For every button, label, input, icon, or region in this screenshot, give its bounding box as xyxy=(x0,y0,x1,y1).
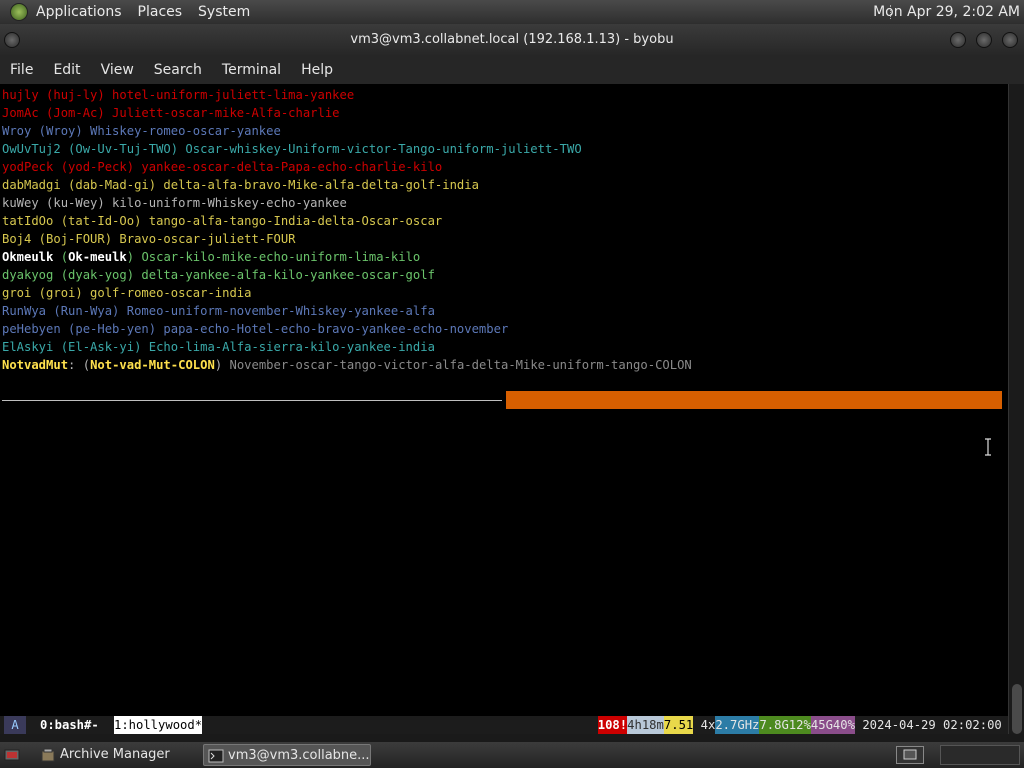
byobu-stat: 4x xyxy=(700,716,716,734)
byobu-stat: 4h18m xyxy=(627,716,664,734)
clock[interactable]: Mon Apr 29, 2:02 AM xyxy=(873,0,1020,24)
terminal-line: dabMadgi (dab-Mad-gi) delta-alfa-bravo-M… xyxy=(2,178,479,192)
menubar: File Edit View Search Terminal Help xyxy=(0,56,1024,84)
byobu-status-bar: A 0:bash#- 1:hollywood* 2024-04-29 02:02… xyxy=(0,716,1008,734)
terminal-line-segment: Not-vad-Mut-COLON xyxy=(90,358,215,372)
terminal-line-segment: : ( xyxy=(68,358,91,372)
terminal-line-segment: ) Oscar-kilo-mike-echo-uniform-lima-kilo xyxy=(126,250,421,264)
byobu-stat: 2.7GHz xyxy=(715,716,760,734)
byobu-stat: 108! xyxy=(597,716,628,734)
terminal-line: yodPeck (yod-Peck) yankee-oscar-delta-Pa… xyxy=(2,160,443,174)
terminal-line-segment: November-oscar-tango-victor-alfa-delta-M… xyxy=(229,358,692,372)
terminal-line: OwUvTuj2 (Ow-Uv-Tuj-TWO) Oscar-whiskey-U… xyxy=(2,142,582,156)
menu-help[interactable]: Help xyxy=(291,56,343,84)
window-titlebar[interactable]: vm3@vm3.collabnet.local (192.168.1.13) -… xyxy=(0,24,1024,56)
menu-view[interactable]: View xyxy=(91,56,144,84)
progress-bar xyxy=(506,391,1002,409)
byobu-logo: A xyxy=(4,716,26,734)
terminal-line-segment: ( xyxy=(53,250,69,264)
terminal-line: kuWey (ku-Wey) kilo-uniform-Whiskey-echo… xyxy=(2,196,347,210)
terminal-line-segment: Ok-meulk xyxy=(68,250,127,264)
byobu-stat: 2024-04-29 02:02:00 xyxy=(862,716,1002,734)
maximize-button[interactable] xyxy=(976,32,992,48)
terminal-icon xyxy=(208,749,224,763)
terminal-line: RunWya (Run-Wya) Romeo-uniform-november-… xyxy=(2,304,435,318)
terminal-line: groi (groi) golf-romeo-oscar-india xyxy=(2,286,252,300)
byobu-stat: 7.8G12% xyxy=(759,716,811,734)
minimize-button[interactable] xyxy=(950,32,966,48)
terminal-line: Wroy (Wroy) Whiskey-romeo-oscar-yankee xyxy=(2,124,281,138)
progress-track-line xyxy=(2,400,502,401)
ibeam-cursor-icon xyxy=(985,438,991,456)
taskbar: Archive Manager vm3@vm3.collabne... xyxy=(0,742,1024,768)
archive-icon xyxy=(41,748,55,762)
task-archive-manager[interactable]: Archive Manager xyxy=(36,744,196,766)
task-terminal[interactable]: vm3@vm3.collabne... xyxy=(203,744,371,766)
top-panel: Applications Places System Mon Apr 29, 2… xyxy=(0,0,1024,24)
menu-file[interactable]: File xyxy=(0,56,43,84)
terminal-line: NotvadMut: (Not-vad-Mut-COLON) November-… xyxy=(2,356,692,374)
gnome-foot-icon[interactable] xyxy=(10,3,28,21)
window-title: vm3@vm3.collabnet.local (192.168.1.13) -… xyxy=(350,32,674,47)
terminal-line: dyakyog (dyak-yog) delta-yankee-alfa-kil… xyxy=(2,268,435,282)
task-label: vm3@vm3.collabne... xyxy=(228,748,370,763)
places-menu[interactable]: Places xyxy=(130,0,191,24)
terminal-line: JomAc (Jom-Ac) Juliett-oscar-mike-Alfa-c… xyxy=(2,106,340,120)
terminal-line-segment: Okmeulk xyxy=(2,250,54,264)
scrollbar[interactable] xyxy=(1008,84,1024,734)
menu-search[interactable]: Search xyxy=(144,56,212,84)
menu-terminal[interactable]: Terminal xyxy=(212,56,291,84)
byobu-stat: 45G40% xyxy=(810,716,855,734)
terminal-line: tatIdOo (tat-Id-Oo) tango-alfa-tango-Ind… xyxy=(2,214,443,228)
terminal-line: Okmeulk (Ok-meulk) Oscar-kilo-mike-echo-… xyxy=(2,248,420,266)
byobu-window-tab-active[interactable]: 1:hollywood* xyxy=(114,716,203,734)
workspace-area[interactable] xyxy=(940,745,1020,765)
terminal-line-segment: ) xyxy=(214,358,230,372)
applications-menu[interactable]: Applications xyxy=(28,0,130,24)
system-menu[interactable]: System xyxy=(190,0,258,24)
terminal-line: ElAskyi (El-Ask-yi) Echo-lima-Alfa-sierr… xyxy=(2,340,435,354)
scrollbar-thumb[interactable] xyxy=(1012,684,1022,734)
terminal-line: peHebyen (pe-Heb-yen) papa-echo-Hotel-ec… xyxy=(2,322,509,336)
window-menu-icon[interactable] xyxy=(4,32,20,48)
terminal-line: hujly (huj-ly) hotel-uniform-juliett-lim… xyxy=(2,88,355,102)
menu-edit[interactable]: Edit xyxy=(43,56,90,84)
terminal-view[interactable]: hujly (huj-ly) hotel-uniform-juliett-lim… xyxy=(0,84,1008,716)
terminal-line-segment: NotvadMut xyxy=(2,358,69,372)
byobu-window-tab[interactable]: 0:bash#- xyxy=(40,716,99,734)
show-desktop-icon[interactable] xyxy=(4,747,20,763)
byobu-stat: 7.51 xyxy=(663,716,694,734)
task-label: Archive Manager xyxy=(60,747,170,762)
close-button[interactable] xyxy=(1002,32,1018,48)
workspace-switcher-icon[interactable] xyxy=(896,746,924,764)
terminal-line: Boj4 (Boj-FOUR) Bravo-oscar-juliett-FOUR xyxy=(2,232,296,246)
